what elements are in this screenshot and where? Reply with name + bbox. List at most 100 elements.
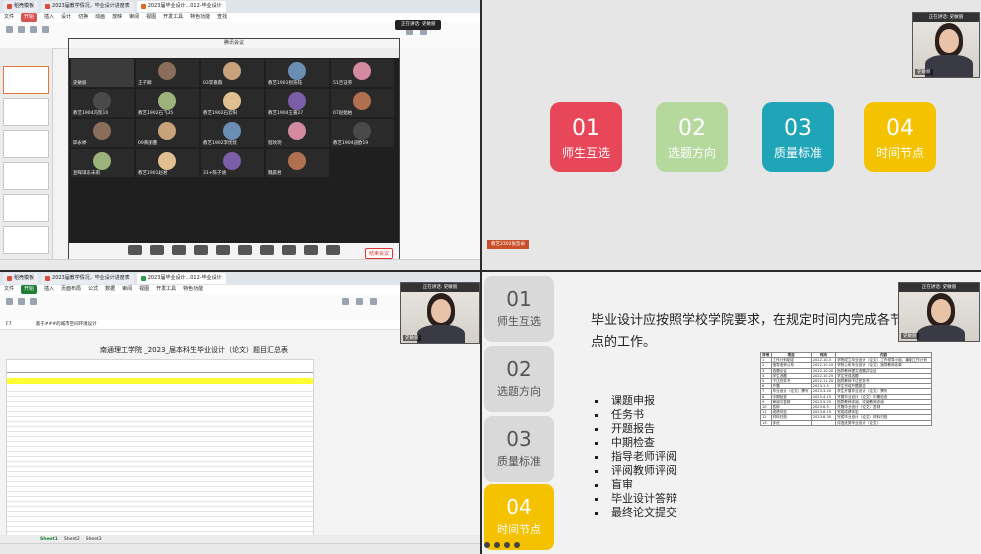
table-cell: 评选优秀毕业设计（论文） xyxy=(835,419,932,426)
slide-thumbnail[interactable] xyxy=(3,130,49,158)
menu-search[interactable]: 查找 xyxy=(217,13,227,22)
participant-tile[interactable]: 07赵姐柏 xyxy=(331,89,394,117)
menu-layout[interactable]: 页面布局 xyxy=(61,285,81,294)
chat-icon[interactable] xyxy=(260,245,274,255)
card-title: 师生互选 xyxy=(561,146,610,160)
avatar xyxy=(158,62,176,80)
members-icon[interactable] xyxy=(238,245,252,255)
mic-icon[interactable] xyxy=(128,245,142,255)
card-title: 质量标准 xyxy=(497,455,541,468)
arrow-icon[interactable] xyxy=(484,542,490,548)
cut-icon[interactable] xyxy=(18,26,25,33)
menu-design[interactable]: 设计 xyxy=(61,13,71,22)
app-tabbar: 稻壳模板 2023届教学情况，毕业设计进度表 2023届毕业设计...012-毕… xyxy=(0,0,480,13)
participant-name: 09黄丽蔓 xyxy=(138,141,158,146)
slide-thumbnail[interactable] xyxy=(3,98,49,126)
paste-icon[interactable] xyxy=(6,298,13,305)
self-video-tile[interactable]: 史敏丽 xyxy=(71,59,134,87)
end-meeting-button[interactable]: 结束会议 xyxy=(364,248,393,259)
sum-icon[interactable] xyxy=(342,298,349,305)
share-icon[interactable] xyxy=(172,245,186,255)
invite-icon[interactable] xyxy=(216,245,230,255)
participant-name: 程玟玥 xyxy=(268,141,282,146)
slide-thumbnail[interactable] xyxy=(3,66,49,94)
slide-thumbnail[interactable] xyxy=(3,162,49,190)
menu-review[interactable]: 审阅 xyxy=(129,13,139,22)
menu-review[interactable]: 审阅 xyxy=(122,285,132,294)
sort-icon[interactable] xyxy=(370,298,377,305)
tab-docer[interactable]: 稻壳模板 xyxy=(3,273,39,284)
format-painter-icon[interactable] xyxy=(42,26,49,33)
pen-icon[interactable] xyxy=(494,542,500,548)
speaker-camera: 正在讲话: 史敏丽 史敏丽 xyxy=(912,12,980,78)
avatar xyxy=(93,152,111,170)
menu-icon[interactable] xyxy=(514,542,520,548)
menu-transition[interactable]: 切换 xyxy=(78,13,88,22)
tab-progress-table[interactable]: 2023届教学情况，毕业设计进度表 xyxy=(41,273,134,284)
participant-tile[interactable]: 宣晖琪东未雨 xyxy=(71,149,134,177)
avatar xyxy=(353,62,371,80)
participant-tile[interactable]: 程玟玥 xyxy=(266,119,329,147)
cut-icon[interactable] xyxy=(18,298,25,305)
participant-tile[interactable]: 09黄丽蔓 xyxy=(136,119,199,147)
participant-tile[interactable]: 教艺1902石飞35 xyxy=(136,89,199,117)
menu-animation[interactable]: 动画 xyxy=(95,13,105,22)
filter-icon[interactable] xyxy=(356,298,363,305)
milestone-item: 中期检查 xyxy=(593,436,677,450)
participant-tile[interactable]: 教艺1904冯凯10 xyxy=(71,89,134,117)
tab-progress-table[interactable]: 2023届教学情况，毕业设计进度表 xyxy=(41,1,134,12)
tab-graduation-design[interactable]: 2023届毕业设计...012-毕业设计 xyxy=(136,273,226,284)
table-cell xyxy=(810,419,837,426)
menu-view[interactable]: 视图 xyxy=(139,285,149,294)
menu-home[interactable]: 开始 xyxy=(21,285,38,294)
menu-devtools[interactable]: 开发工具 xyxy=(163,13,183,22)
participant-name: 宣晖琪东未雨 xyxy=(73,171,100,176)
quadrant-top-right: 01 师生互选 02 选题方向 03 质量标准 04 时间节点 正在讲话: 史敏… xyxy=(482,0,981,270)
menu-slideshow[interactable]: 放映 xyxy=(112,13,122,22)
spreadsheet-grid[interactable] xyxy=(6,359,314,537)
participant-tile[interactable]: 教艺1904迪欧19 xyxy=(331,119,394,147)
menu-data[interactable]: 数据 xyxy=(105,285,115,294)
card-number: 04 xyxy=(886,116,914,141)
slide-thumbnails xyxy=(0,48,53,260)
menu-file[interactable]: 文件 xyxy=(4,285,14,294)
copy-icon[interactable] xyxy=(30,26,37,33)
menu-features[interactable]: 特色功能 xyxy=(183,285,203,294)
participant-tile[interactable]: 教艺1901赵君 xyxy=(136,149,199,177)
format-painter-icon[interactable] xyxy=(30,298,37,305)
menu-insert[interactable]: 插入 xyxy=(44,13,54,22)
camera-icon[interactable] xyxy=(150,245,164,255)
menu-formula[interactable]: 公式 xyxy=(88,285,98,294)
participant-tile[interactable]: 邱永婷 xyxy=(71,119,134,147)
eraser-icon[interactable] xyxy=(504,542,510,548)
apps-icon[interactable] xyxy=(304,245,318,255)
menu-view[interactable]: 视图 xyxy=(146,13,156,22)
menu-file[interactable]: 文件 xyxy=(4,13,14,22)
participant-tile[interactable]: 教艺1902石云阳 xyxy=(201,89,264,117)
participant-tile[interactable]: 魏庭君 xyxy=(266,149,329,177)
participant-tile[interactable]: 教艺1901别浩钰 xyxy=(266,59,329,87)
participant-tile[interactable]: 03李嘉薇 xyxy=(201,59,264,87)
paste-icon[interactable] xyxy=(6,26,13,33)
security-icon[interactable] xyxy=(194,245,208,255)
participant-name: 教艺1902石云阳 xyxy=(203,111,237,116)
slide-thumbnail[interactable] xyxy=(3,226,49,254)
participant-tile[interactable]: 教艺1902李忧忧 xyxy=(201,119,264,147)
participant-tile[interactable]: 31+陈子涵 xyxy=(201,149,264,177)
settings-icon[interactable] xyxy=(326,245,340,255)
menu-home[interactable]: 开始 xyxy=(21,13,38,22)
table-cell: 2022.11.20 xyxy=(810,377,837,385)
record-icon[interactable] xyxy=(282,245,296,255)
participant-tile[interactable]: 51吉证券 xyxy=(331,59,394,87)
menu-insert[interactable]: 插入 xyxy=(44,285,54,294)
tab-graduation-design[interactable]: 2023届毕业设计...012-毕业设计 xyxy=(136,1,226,12)
slide-thumbnail[interactable] xyxy=(3,194,49,222)
menu-features[interactable]: 特色功能 xyxy=(190,13,210,22)
participant-tile[interactable]: 王子卿 xyxy=(136,59,199,87)
participant-tile[interactable]: 教艺1904王嘉27 xyxy=(266,89,329,117)
menu-devtools[interactable]: 开发工具 xyxy=(156,285,176,294)
card-title: 选题方向 xyxy=(667,146,716,160)
tab-docer[interactable]: 稻壳模板 xyxy=(3,1,39,12)
cell-reference: F7 xyxy=(6,322,12,327)
table-cell: 13 xyxy=(760,419,772,426)
